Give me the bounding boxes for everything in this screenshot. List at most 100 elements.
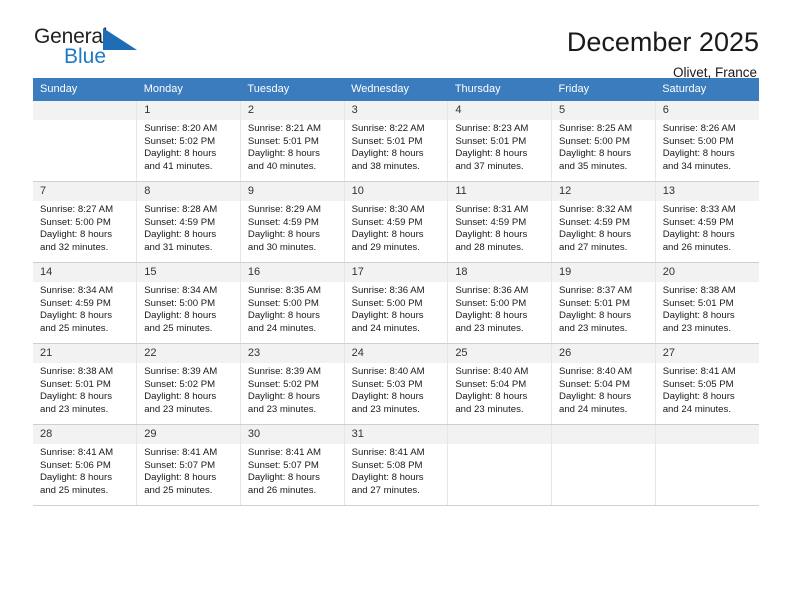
- calendar-day-cell[interactable]: 10 Sunrise: 8:30 AM Sunset: 4:59 PM Dayligh…: [343, 181, 449, 263]
- calendar-day-cell[interactable]: 25 Sunrise: 8:40 AM Sunset: 5:04 PM Dayligh…: [447, 343, 553, 425]
- sunrise-text: Sunrise: 8:25 AM: [559, 123, 633, 134]
- day-number: 24: [344, 344, 448, 363]
- sunset-text: Sunset: 4:59 PM: [247, 216, 319, 228]
- sunset-text: Sunset: 5:04 PM: [559, 378, 630, 390]
- day-sun-info: Sunrise: 8:32 AM Sunset: 4:59 PM Daylight:…: [552, 201, 655, 254]
- sunrise-text: Sunrise: 8:37 AM: [559, 285, 633, 296]
- daylight-text-line1: Daylight: 8 hours: [455, 148, 528, 160]
- calendar-day-cell[interactable]: 7 Sunrise: 8:27 AM Sunset: 5:00 PM Daylight…: [33, 181, 138, 263]
- weekday-header-row: Sunday Monday Tuesday Wednesday Thursday…: [33, 78, 759, 101]
- calendar-day-cell[interactable]: 8 Sunrise: 8:28 AM Sunset: 4:59 PM Daylight…: [136, 181, 241, 263]
- calendar-day-cell[interactable]: 27 Sunrise: 8:41 AM Sunset: 5:05 PM Dayligh…: [654, 343, 759, 425]
- day-number: 29: [137, 425, 240, 444]
- day-number: [448, 425, 552, 444]
- calendar-day-cell[interactable]: 28 Sunrise: 8:41 AM Sunset: 5:06 PM Dayligh…: [33, 424, 138, 506]
- calendar-day-cell[interactable]: 18 Sunrise: 8:36 AM Sunset: 5:00 PM Dayligh…: [447, 262, 553, 344]
- sunrise-text: Sunrise: 8:23 AM: [455, 123, 529, 134]
- daylight-text-line2: and 24 minutes.: [662, 403, 731, 415]
- day-sun-info: Sunrise: 8:30 AM Sunset: 4:59 PM Daylight:…: [345, 201, 448, 254]
- day-sun-info: Sunrise: 8:33 AM Sunset: 4:59 PM Daylight:…: [656, 201, 759, 254]
- calendar-day-cell[interactable]: 21 Sunrise: 8:38 AM Sunset: 5:01 PM Dayligh…: [33, 343, 138, 425]
- sunrise-text: Sunrise: 8:41 AM: [144, 447, 218, 458]
- daylight-text-line1: Daylight: 8 hours: [559, 310, 632, 322]
- daylight-text-line1: Daylight: 8 hours: [144, 229, 217, 241]
- day-sun-info: Sunrise: 8:34 AM Sunset: 4:59 PM Daylight:…: [33, 282, 136, 335]
- calendar-day-cell[interactable]: 22 Sunrise: 8:39 AM Sunset: 5:02 PM Dayligh…: [136, 343, 241, 425]
- day-number: 17: [344, 263, 448, 282]
- calendar-day-cell[interactable]: 19 Sunrise: 8:37 AM Sunset: 5:01 PM Dayligh…: [551, 262, 656, 344]
- page-header: General Blue December 2025 Olivet, Franc…: [33, 0, 759, 80]
- sunset-text: Sunset: 5:00 PM: [559, 135, 630, 147]
- daylight-text-line2: and 28 minutes.: [455, 241, 524, 253]
- weekday-header-wednesday: Wednesday: [344, 78, 448, 101]
- day-sun-info: Sunrise: 8:41 AM Sunset: 5:08 PM Daylight:…: [345, 444, 448, 497]
- calendar-day-cell[interactable]: 12 Sunrise: 8:32 AM Sunset: 4:59 PM Dayligh…: [551, 181, 656, 263]
- sunrise-text: Sunrise: 8:39 AM: [247, 366, 321, 377]
- calendar-day-cell[interactable]: 9 Sunrise: 8:29 AM Sunset: 4:59 PM Daylight…: [239, 181, 345, 263]
- calendar-day-cell[interactable]: 26 Sunrise: 8:40 AM Sunset: 5:04 PM Dayligh…: [551, 343, 656, 425]
- calendar-week-row: 28 Sunrise: 8:41 AM Sunset: 5:06 PM Dayligh…: [33, 424, 759, 506]
- day-number: 14: [33, 263, 137, 282]
- calendar-day-cell[interactable]: 5 Sunrise: 8:25 AM Sunset: 5:00 PM Daylight…: [551, 101, 656, 182]
- calendar-week-row: 7 Sunrise: 8:27 AM Sunset: 5:00 PM Daylight…: [33, 181, 759, 263]
- day-sun-info: Sunrise: 8:39 AM Sunset: 5:02 PM Daylight:…: [137, 363, 240, 416]
- calendar-day-cell-empty: [447, 424, 553, 506]
- calendar-day-cell[interactable]: 31 Sunrise: 8:41 AM Sunset: 5:08 PM Dayligh…: [343, 424, 449, 506]
- sunset-text: Sunset: 5:04 PM: [455, 378, 527, 390]
- calendar-day-cell[interactable]: 15 Sunrise: 8:34 AM Sunset: 5:00 PM Dayligh…: [136, 262, 241, 344]
- daylight-text-line2: and 30 minutes.: [247, 241, 317, 253]
- calendar-day-cell[interactable]: 2 Sunrise: 8:21 AM Sunset: 5:01 PM Daylight…: [239, 101, 345, 182]
- day-number: 27: [655, 344, 759, 363]
- day-number: 1: [137, 101, 240, 120]
- calendar-day-cell[interactable]: 11 Sunrise: 8:31 AM Sunset: 4:59 PM Dayligh…: [447, 181, 553, 263]
- daylight-text-line2: and 23 minutes.: [662, 322, 731, 334]
- calendar-day-cell[interactable]: 1 Sunrise: 8:20 AM Sunset: 5:02 PM Daylight…: [136, 101, 241, 182]
- sunset-text: Sunset: 4:59 PM: [662, 216, 734, 228]
- day-number: 9: [240, 182, 344, 201]
- sunset-text: Sunset: 5:02 PM: [247, 378, 319, 390]
- daylight-text-line2: and 24 minutes.: [559, 403, 628, 415]
- sunrise-text: Sunrise: 8:39 AM: [144, 366, 218, 377]
- logo-text-general: General: [34, 25, 108, 48]
- sunrise-text: Sunrise: 8:41 AM: [247, 447, 321, 458]
- daylight-text-line1: Daylight: 8 hours: [662, 229, 735, 241]
- calendar-day-cell[interactable]: 17 Sunrise: 8:36 AM Sunset: 5:00 PM Dayligh…: [343, 262, 449, 344]
- calendar-day-cell[interactable]: 29 Sunrise: 8:41 AM Sunset: 5:07 PM Dayligh…: [136, 424, 241, 506]
- daylight-text-line2: and 25 minutes.: [144, 484, 213, 496]
- day-number: 16: [240, 263, 344, 282]
- daylight-text-line1: Daylight: 8 hours: [247, 310, 320, 322]
- sunrise-text: Sunrise: 8:40 AM: [351, 366, 425, 377]
- sunrise-text: Sunrise: 8:38 AM: [40, 366, 114, 377]
- calendar-day-cell[interactable]: 16 Sunrise: 8:35 AM Sunset: 5:00 PM Dayligh…: [239, 262, 345, 344]
- calendar-day-cell[interactable]: 20 Sunrise: 8:38 AM Sunset: 5:01 PM Dayligh…: [654, 262, 759, 344]
- day-number: 22: [137, 344, 240, 363]
- calendar-page: General Blue December 2025 Olivet, Franc…: [0, 0, 792, 612]
- calendar-day-cell[interactable]: 24 Sunrise: 8:40 AM Sunset: 5:03 PM Dayligh…: [343, 343, 449, 425]
- sunset-text: Sunset: 5:00 PM: [662, 135, 734, 147]
- calendar-day-cell[interactable]: 3 Sunrise: 8:22 AM Sunset: 5:01 PM Daylight…: [343, 101, 449, 182]
- daylight-text-line1: Daylight: 8 hours: [40, 229, 112, 241]
- calendar-day-cell[interactable]: 13 Sunrise: 8:33 AM Sunset: 4:59 PM Dayligh…: [654, 181, 759, 263]
- weekday-header-sunday: Sunday: [33, 78, 137, 101]
- calendar-day-cell[interactable]: 4 Sunrise: 8:23 AM Sunset: 5:01 PM Daylight…: [447, 101, 553, 182]
- daylight-text-line2: and 26 minutes.: [662, 241, 731, 253]
- calendar-day-cell[interactable]: 14 Sunrise: 8:34 AM Sunset: 4:59 PM Dayligh…: [33, 262, 138, 344]
- daylight-text-line2: and 38 minutes.: [351, 160, 420, 172]
- sunset-text: Sunset: 5:00 PM: [40, 216, 111, 228]
- sunset-text: Sunset: 5:02 PM: [144, 135, 216, 147]
- day-sun-info: Sunrise: 8:29 AM Sunset: 4:59 PM Daylight:…: [241, 201, 344, 254]
- day-sun-info: Sunrise: 8:22 AM Sunset: 5:01 PM Daylight:…: [345, 120, 448, 173]
- calendar-day-cell[interactable]: 30 Sunrise: 8:41 AM Sunset: 5:07 PM Dayligh…: [239, 424, 345, 506]
- sunset-text: Sunset: 5:00 PM: [351, 297, 423, 309]
- calendar-day-cell[interactable]: 6 Sunrise: 8:26 AM Sunset: 5:00 PM Daylight…: [654, 101, 759, 182]
- day-number: 25: [448, 344, 552, 363]
- daylight-text-line2: and 23 minutes.: [40, 403, 109, 415]
- day-number: 28: [33, 425, 137, 444]
- day-number: 5: [552, 101, 655, 120]
- logo[interactable]: General Blue: [33, 26, 143, 80]
- sunset-text: Sunset: 5:07 PM: [247, 459, 319, 471]
- calendar-day-cell[interactable]: 23 Sunrise: 8:39 AM Sunset: 5:02 PM Dayligh…: [239, 343, 345, 425]
- daylight-text-line1: Daylight: 8 hours: [455, 310, 528, 322]
- daylight-text-line2: and 40 minutes.: [247, 160, 317, 172]
- day-sun-info: Sunrise: 8:38 AM Sunset: 5:01 PM Daylight:…: [656, 282, 759, 335]
